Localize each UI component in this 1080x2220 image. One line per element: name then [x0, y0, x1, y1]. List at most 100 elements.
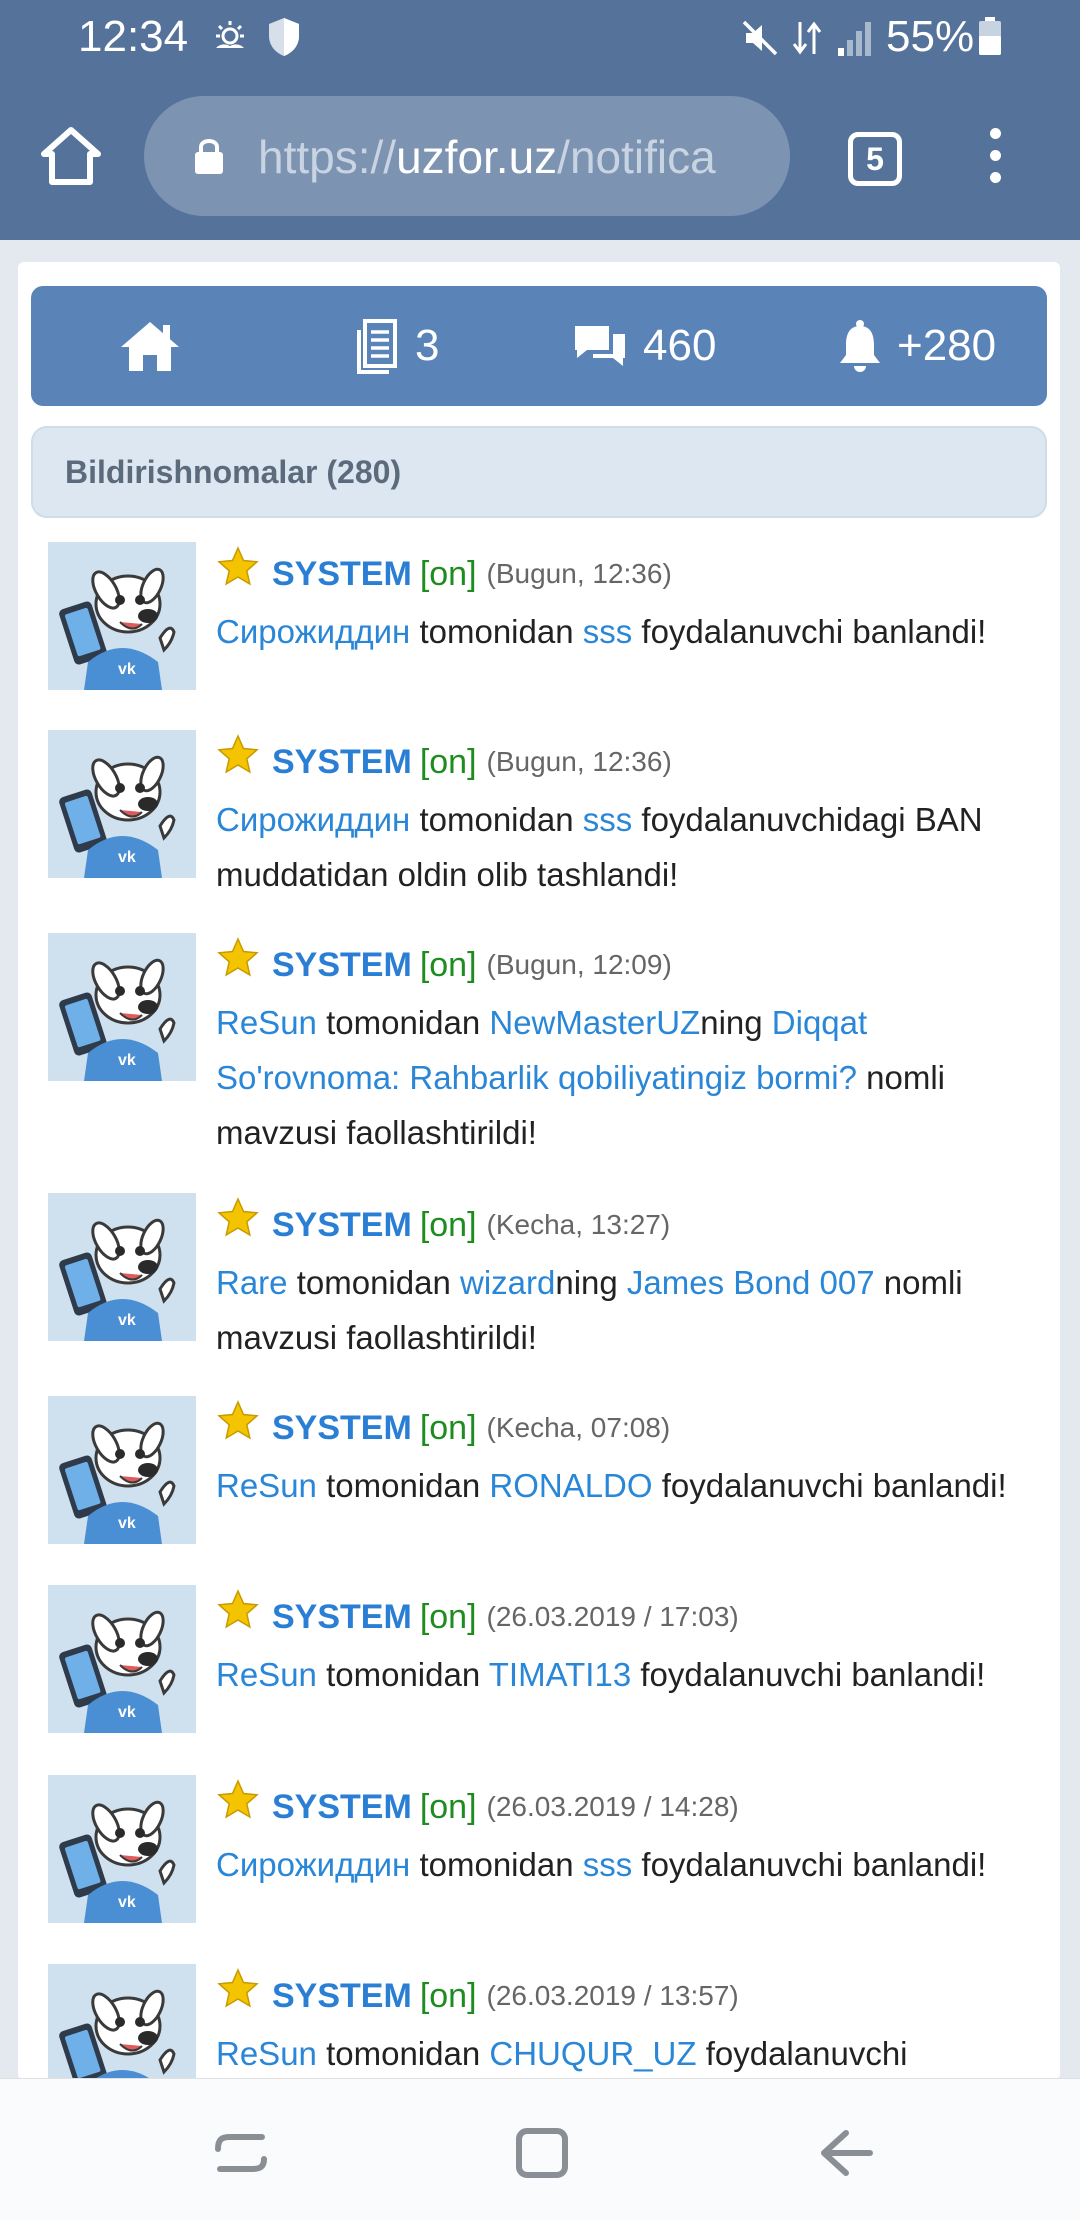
avatar[interactable]: vk	[48, 1585, 196, 1733]
notification-header: SYSTEM [on] (26.03.2019 / 17:03)	[216, 1587, 739, 1647]
notification-text-part: tomonidan	[410, 613, 583, 650]
recent-apps-icon[interactable]	[214, 2125, 268, 2181]
nav-messages[interactable]: 460	[571, 286, 716, 406]
notification-text: Rare tomonidan wizardning James Bond 007…	[216, 1255, 1046, 1365]
notification-text-part: tomonidan	[316, 2035, 490, 2072]
notification-link[interactable]: Rare	[216, 1264, 288, 1301]
lock-icon	[195, 139, 223, 174]
online-status: [on]	[419, 1976, 477, 2015]
notification-link[interactable]: NewMasterUZ	[489, 1004, 700, 1041]
shield-icon	[269, 18, 299, 56]
notification-link[interactable]: CHUQUR_UZ	[489, 2035, 696, 2072]
notifications-count: +280	[897, 321, 997, 370]
avatar[interactable]: vk	[48, 730, 196, 878]
signal-icon	[838, 22, 871, 56]
notification-link[interactable]: TIMATI13	[489, 1656, 631, 1693]
nav-home[interactable]	[119, 286, 195, 406]
sender-name[interactable]: SYSTEM	[272, 1598, 412, 1637]
online-status: [on]	[419, 1408, 477, 1447]
page-content: 3 460 +280 Bildirishnomalar (280) vk SYST…	[18, 262, 1060, 2080]
notification-text: ReSun tomonidan CHUQUR_UZ foydalanuvchi	[216, 2026, 1046, 2080]
notification-time: (Bugun, 12:09)	[486, 949, 672, 980]
sender-name[interactable]: SYSTEM	[272, 555, 412, 594]
sender-name[interactable]: SYSTEM	[272, 1977, 412, 2016]
avatar[interactable]: vk	[48, 1193, 196, 1341]
notification-text-part: tomonidan	[410, 801, 583, 838]
sender-name[interactable]: SYSTEM	[272, 1206, 412, 1245]
notification-link[interactable]: ReSun	[216, 1656, 317, 1693]
notification-time: (26.03.2019 / 17:03)	[486, 1601, 739, 1632]
notification-link[interactable]: sss	[583, 801, 633, 838]
online-status: [on]	[419, 742, 477, 781]
online-status: [on]	[419, 945, 477, 984]
notification-header: SYSTEM [on] (Kecha, 13:27)	[216, 1195, 670, 1255]
tabs-button[interactable]: 5	[848, 132, 902, 186]
more-menu-icon[interactable]	[980, 128, 1010, 188]
notification-link[interactable]: ReSun	[216, 2035, 317, 2072]
home-icon[interactable]	[40, 126, 102, 186]
status-time: 12:34	[78, 12, 189, 61]
url-path: /notifica	[557, 131, 716, 183]
notification-time: (26.03.2019 / 13:57)	[486, 1980, 739, 2011]
notification-time: (Bugun, 12:36)	[486, 746, 672, 777]
home-square-icon[interactable]	[514, 2123, 570, 2181]
weather-icon	[216, 21, 244, 48]
sender-name[interactable]: SYSTEM	[272, 1788, 412, 1827]
notification-text: Сирожиддин tomonidan sss foydalanuvchi b…	[216, 604, 1046, 659]
nav-documents[interactable]: 3	[355, 286, 439, 406]
notification-link[interactable]: ReSun	[216, 1467, 317, 1504]
avatar[interactable]: vk	[48, 933, 196, 1081]
messages-count: 460	[643, 321, 717, 370]
notification-text-part: tomonidan	[287, 1264, 460, 1301]
url-bar[interactable]: https://uzfor.uz/notifica	[144, 96, 790, 216]
notification-link[interactable]: James Bond 007	[627, 1264, 875, 1301]
notification-link[interactable]: sss	[583, 613, 633, 650]
notification-link[interactable]: Сирожиддин	[216, 801, 410, 838]
browser-toolbar: https://uzfor.uz/notifica 5	[0, 72, 1080, 240]
notification-header: SYSTEM [on] (Kecha, 07:08)	[216, 1398, 670, 1458]
online-status: [on]	[419, 554, 477, 593]
notification-text-part: tomonidan	[316, 1656, 489, 1693]
battery-icon	[979, 17, 1001, 55]
online-status: [on]	[419, 1597, 477, 1636]
notification-link[interactable]: Сирожиддин	[216, 1846, 410, 1883]
notification-link[interactable]: sss	[583, 1846, 633, 1883]
notification-time: (Bugun, 12:36)	[486, 558, 672, 589]
avatar[interactable]: vk	[48, 542, 196, 690]
notification-link[interactable]: RONALDO	[489, 1467, 652, 1504]
svg-text:vk: vk	[118, 1312, 136, 1329]
star-icon	[217, 1779, 259, 1819]
sender-name[interactable]: SYSTEM	[272, 946, 412, 985]
star-icon	[217, 937, 259, 977]
avatar[interactable]: vk	[48, 1396, 196, 1544]
svg-text:vk: vk	[118, 1515, 136, 1532]
notification-time: (Kecha, 13:27)	[486, 1209, 671, 1240]
system-nav-bar	[0, 2078, 1080, 2220]
notification-header: SYSTEM [on] (Bugun, 12:36)	[216, 544, 672, 604]
notification-text: ReSun tomonidan NewMasterUZning Diqqat S…	[216, 995, 1046, 1160]
url-text: https://uzfor.uz/notifica	[258, 130, 768, 184]
svg-text:vk: vk	[118, 1704, 136, 1721]
notification-text-part: foydalanuvchi	[696, 2035, 908, 2072]
documents-count: 3	[415, 321, 440, 370]
notification-text-part: foydalanuvchi banlandi!	[652, 1467, 1007, 1504]
svg-text:vk: vk	[118, 661, 136, 678]
avatar[interactable]: vk	[48, 1964, 196, 2080]
notification-text: ReSun tomonidan RONALDO foydalanuvchi ba…	[216, 1458, 1046, 1513]
notification-header: SYSTEM [on] (26.03.2019 / 14:28)	[216, 1777, 739, 1837]
svg-text:vk: vk	[118, 1052, 136, 1069]
sender-name[interactable]: SYSTEM	[272, 743, 412, 782]
battery-percent: 55%	[886, 12, 975, 61]
star-icon	[217, 1589, 259, 1629]
online-status: [on]	[419, 1787, 477, 1826]
notification-link[interactable]: ReSun	[216, 1004, 317, 1041]
notification-text-part: foydalanuvchi banlandi!	[631, 1656, 986, 1693]
back-arrow-icon[interactable]	[818, 2125, 874, 2181]
sender-name[interactable]: SYSTEM	[272, 1409, 412, 1448]
notification-link[interactable]: Сирожиддин	[216, 613, 410, 650]
avatar[interactable]: vk	[48, 1775, 196, 1923]
notification-text-part: ning	[555, 1264, 627, 1301]
nav-notifications[interactable]: +280	[837, 286, 996, 406]
notification-link[interactable]: wizard	[460, 1264, 555, 1301]
star-icon	[217, 1197, 259, 1237]
